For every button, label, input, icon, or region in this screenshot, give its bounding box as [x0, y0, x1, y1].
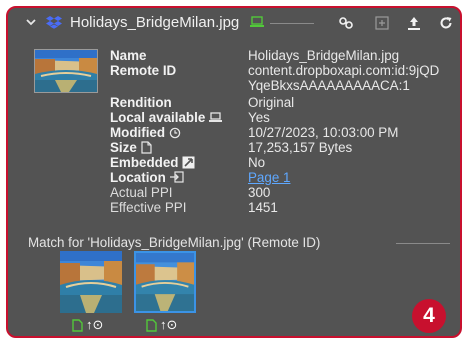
laptop-icon — [250, 16, 264, 28]
links-info-panel: Holidays_BridgeMilan.jpg Name Holidays_B… — [6, 6, 462, 338]
image-thumbnail — [34, 49, 98, 93]
remote-id-value-line2: YqeBkxsAAAAAAAAACA:1 — [248, 78, 410, 93]
header-title: Holidays_BridgeMilan.jpg — [70, 14, 240, 31]
dropbox-icon — [46, 15, 62, 29]
name-value: Holidays_BridgeMilan.jpg — [248, 48, 400, 63]
match-heading: Match for 'Holidays_BridgeMilan.jpg' (Re… — [28, 235, 321, 250]
chevron-down-icon[interactable] — [24, 14, 38, 30]
match-divider — [396, 243, 450, 244]
effective-ppi-label: Effective PPI — [110, 200, 187, 215]
embed-icon — [182, 156, 195, 169]
size-label: Size — [110, 140, 137, 155]
embedded-row-label: Embedded — [110, 155, 195, 170]
panel-header: Holidays_BridgeMilan.jpg — [8, 8, 460, 38]
modified-label: Modified — [110, 125, 166, 140]
green-document-icon — [146, 318, 157, 332]
modified-value: 10/27/2023, 10:03:00 PM — [248, 125, 399, 140]
clock-icon — [169, 127, 181, 139]
location-row-label: Location — [110, 170, 184, 185]
match-result-status: ↑⊙ — [72, 317, 103, 333]
effective-ppi-value: 1451 — [248, 200, 278, 215]
modified-row-label: Modified — [110, 125, 181, 140]
match-status-text: ↑⊙ — [160, 317, 178, 332]
match-result-status: ↑⊙ — [146, 317, 177, 333]
remote-id-value-line1: content.dropboxapi.com:id:9jQD — [248, 63, 440, 78]
remote-id-label: Remote ID — [110, 63, 177, 78]
match-result-thumbnail[interactable] — [60, 251, 122, 313]
match-status-text: ↑⊙ — [86, 317, 104, 332]
upload-icon[interactable] — [404, 13, 424, 33]
local-available-row-label: Local available — [110, 110, 223, 125]
name-label: Name — [110, 48, 147, 63]
header-divider — [270, 23, 314, 24]
step-number-badge: 4 — [412, 299, 446, 333]
add-icon[interactable] — [372, 13, 392, 33]
rendition-label: Rendition — [110, 95, 172, 110]
document-icon — [141, 141, 152, 154]
local-available-value: Yes — [248, 110, 270, 125]
local-available-label: Local available — [110, 110, 206, 125]
rendition-value: Original — [248, 95, 295, 110]
location-link[interactable]: Page 1 — [248, 170, 290, 185]
match-result-thumbnail-selected[interactable] — [134, 251, 196, 313]
embedded-label: Embedded — [110, 155, 179, 170]
size-value: 17,253,157 Bytes — [248, 140, 353, 155]
link-icon[interactable] — [336, 13, 356, 33]
actual-ppi-value: 300 — [248, 185, 271, 200]
actual-ppi-label: Actual PPI — [110, 185, 173, 200]
laptop-icon — [209, 112, 223, 123]
size-row-label: Size — [110, 140, 152, 155]
refresh-icon[interactable] — [436, 13, 456, 33]
goto-link-icon — [169, 171, 184, 184]
embedded-value: No — [248, 155, 266, 170]
location-label: Location — [110, 170, 166, 185]
green-document-icon — [72, 318, 83, 332]
